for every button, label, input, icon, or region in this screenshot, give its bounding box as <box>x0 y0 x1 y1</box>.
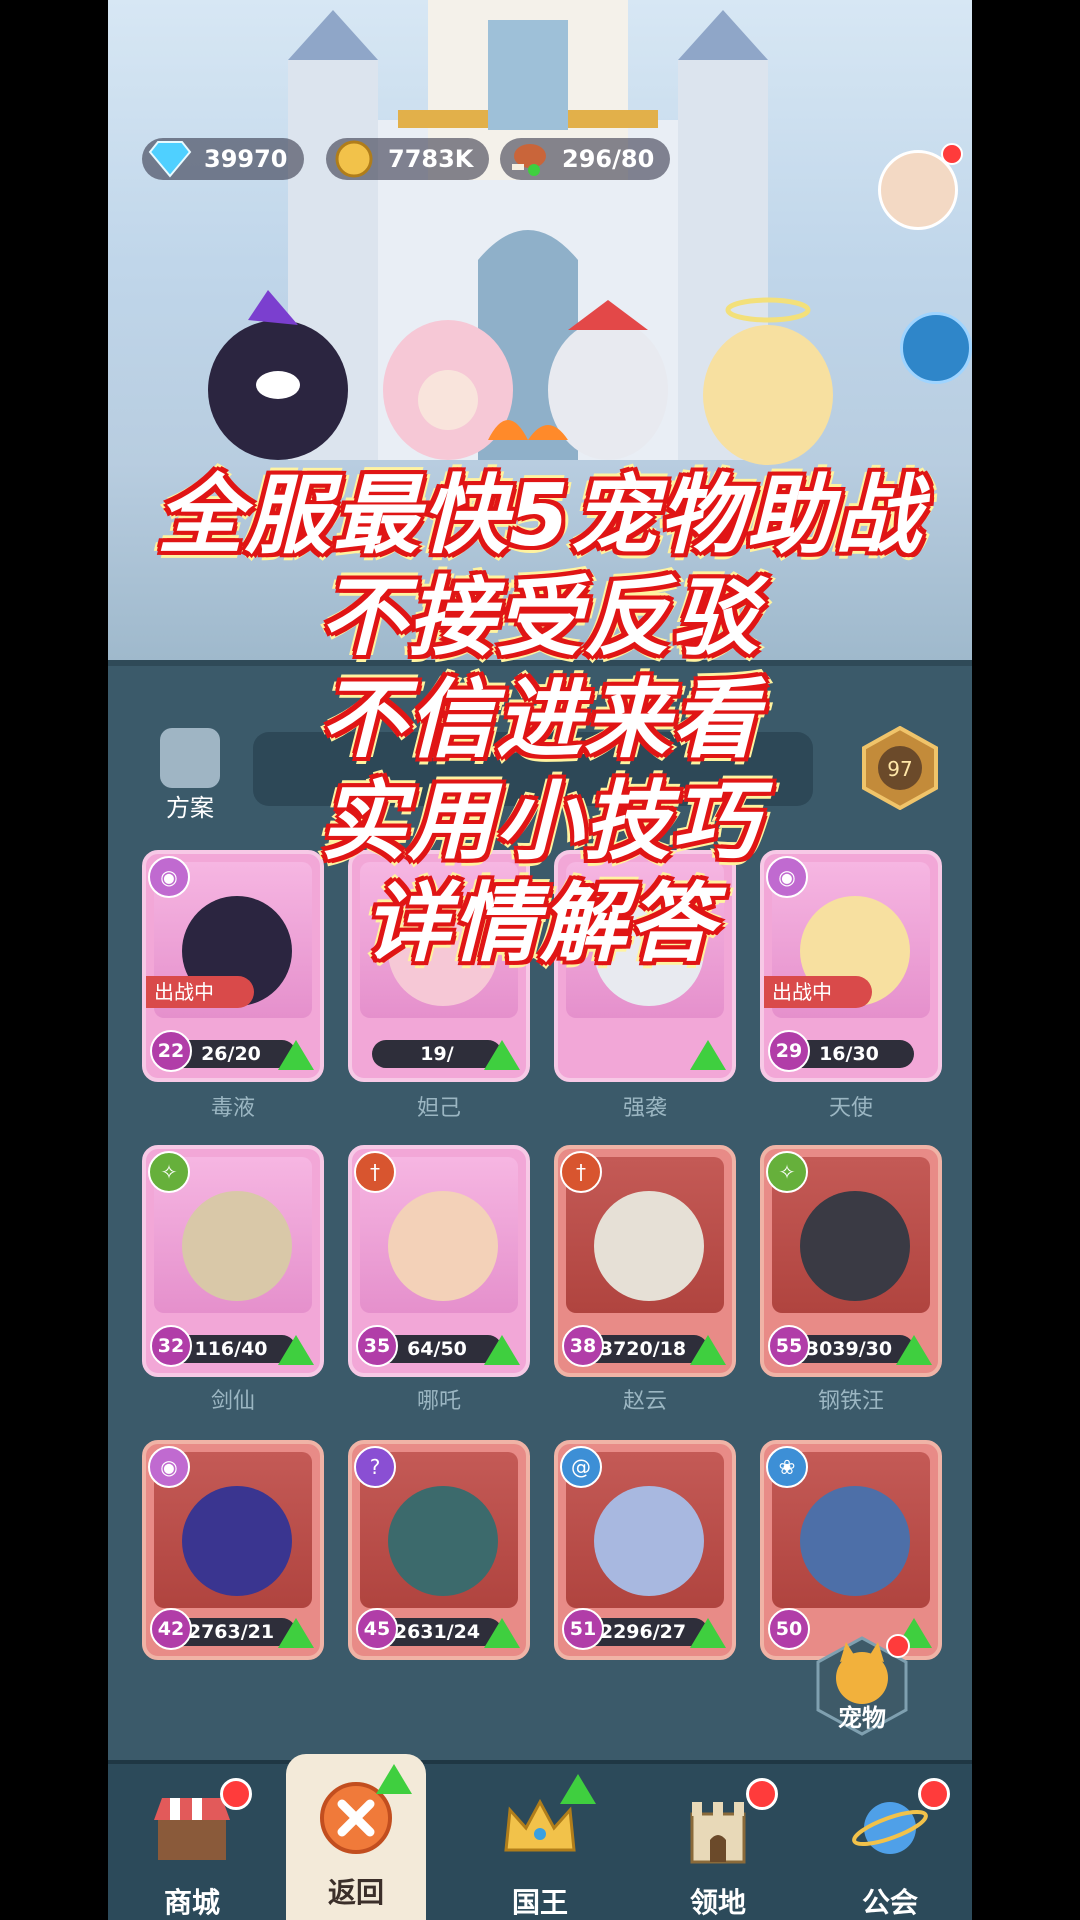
gold-value: 7783K <box>388 145 474 173</box>
pet-level: 50 <box>768 1608 810 1650</box>
nav-label: 商城 <box>163 1886 220 1919</box>
upgrade-arrow-icon <box>376 1764 412 1794</box>
pet-name: 哪吒 <box>416 1389 461 1414</box>
pet-shard-progress: 19/ <box>372 1040 502 1068</box>
pet-level: 22 <box>150 1030 192 1072</box>
game-screen: 39970 7783K 296/80 全服最快5宠物助战 不接受反驳 不信进来看… <box>108 0 972 1920</box>
overlay-line: 实用小技巧 <box>320 772 760 872</box>
diamond-icon <box>148 141 192 178</box>
diamond-value: 39970 <box>204 145 288 173</box>
pet-level: 45 <box>356 1608 398 1650</box>
pet-card-iron-dog[interactable]: ✧ 3039/30 55 <box>760 1145 942 1377</box>
stamina-value: 296/80 <box>562 145 655 173</box>
nav-king[interactable]: 国王 <box>470 1764 610 1920</box>
upgrade-arrow-icon <box>690 1618 726 1648</box>
nav-guild[interactable]: 公会 <box>820 1764 960 1920</box>
nav-territory[interactable]: 领地 <box>648 1764 788 1920</box>
pet-menu-label: 宠物 <box>838 1704 886 1732</box>
gold-counter[interactable]: 7783K <box>326 138 490 180</box>
planet-icon <box>852 1802 928 1854</box>
pet-portrait <box>388 1191 498 1301</box>
promo-overlay-text: 全服最快5宠物助战 不接受反驳 不信进来看 实用小技巧 详情解答 <box>108 465 972 975</box>
shop-icon <box>154 1798 230 1860</box>
diamond-counter[interactable]: 39970 <box>142 138 304 180</box>
pet-menu-button[interactable]: 宠物 <box>810 1634 914 1738</box>
pet-portrait <box>182 1191 292 1301</box>
pet-level: 38 <box>562 1325 604 1367</box>
upgrade-arrow-icon <box>484 1335 520 1365</box>
pet-card[interactable]: ? 2631/24 45 <box>348 1440 530 1660</box>
meat-icon <box>512 144 546 176</box>
nav-shop[interactable]: 商城 <box>122 1764 262 1920</box>
pet-name: 妲己 <box>416 1096 461 1121</box>
overlay-line: 不信进来看 <box>320 670 760 770</box>
deployed-tag: 出战中 <box>764 976 872 1008</box>
pet-name: 天使 <box>828 1096 873 1121</box>
spiral-icon: @ <box>560 1446 602 1488</box>
notification-dot <box>220 1778 252 1810</box>
sword-icon: † <box>354 1151 396 1193</box>
pet-card[interactable]: @ 2296/27 51 <box>554 1440 736 1660</box>
question-icon: ? <box>354 1446 396 1488</box>
pet-portrait <box>800 1191 910 1301</box>
nav-label: 返回 <box>327 1876 384 1909</box>
pet-card[interactable]: ◉ 2763/21 42 <box>142 1440 324 1660</box>
pet-portrait <box>182 1486 292 1596</box>
pet-card-sword-immortal[interactable]: ✧ 116/40 32 <box>142 1145 324 1377</box>
upgrade-arrow-icon <box>690 1040 726 1070</box>
pet-name: 毒液 <box>210 1096 255 1121</box>
upgrade-arrow-icon <box>278 1618 314 1648</box>
pet-name: 赵云 <box>622 1389 667 1414</box>
gamepad-icon[interactable] <box>900 312 972 384</box>
fox-icon: 宠物 <box>816 1634 910 1736</box>
bottom-nav: 商城 返回 国王 领地 公会 <box>108 1754 972 1920</box>
pet-level: 55 <box>768 1325 810 1367</box>
sword-icon: † <box>560 1151 602 1193</box>
player-avatar[interactable] <box>878 143 963 230</box>
eye-icon: ◉ <box>148 1446 190 1488</box>
pet-level: 29 <box>768 1030 810 1072</box>
pet-level: 32 <box>150 1325 192 1367</box>
pet-card-nezha[interactable]: † 64/50 35 <box>348 1145 530 1377</box>
upgrade-arrow-icon <box>896 1335 932 1365</box>
featured-pets <box>208 290 833 465</box>
castle-icon <box>690 1802 746 1864</box>
notification-dot <box>918 1778 950 1810</box>
upgrade-arrow-icon <box>484 1618 520 1648</box>
upgrade-arrow-icon <box>278 1335 314 1365</box>
nav-label: 领地 <box>689 1886 746 1919</box>
pet-portrait <box>594 1486 704 1596</box>
upgrade-arrow-icon <box>484 1040 520 1070</box>
notification-dot <box>746 1778 778 1810</box>
overlay-line: 不接受反驳 <box>320 568 760 668</box>
pet-name: 钢铁汪 <box>817 1389 884 1414</box>
notification-dot <box>941 143 963 165</box>
deployed-tag: 出战中 <box>146 976 254 1008</box>
stamina-counter[interactable]: 296/80 <box>500 138 671 180</box>
pet-level: 51 <box>562 1608 604 1650</box>
pet-level: 42 <box>150 1608 192 1650</box>
upgrade-arrow-icon <box>690 1335 726 1365</box>
pet-portrait <box>388 1486 498 1596</box>
star-icon: ✧ <box>766 1151 808 1193</box>
pet-name: 剑仙 <box>210 1389 255 1414</box>
nav-label: 国王 <box>511 1886 568 1919</box>
overlay-line: 详情解答 <box>364 874 716 974</box>
upgrade-arrow-icon <box>560 1774 596 1804</box>
gold-coin-icon <box>335 140 373 178</box>
nav-label: 公会 <box>861 1886 918 1919</box>
nav-back[interactable]: 返回 <box>286 1754 426 1920</box>
paw-icon: ❀ <box>766 1446 808 1488</box>
overlay-line: 全服最快5宠物助战 <box>157 466 923 566</box>
pet-card-zhaoyun[interactable]: † 3720/18 38 <box>554 1145 736 1377</box>
pet-portrait <box>800 1486 910 1596</box>
star-icon: ✧ <box>148 1151 190 1193</box>
pet-card[interactable]: ❀ 50 <box>760 1440 942 1660</box>
pet-name: 强袭 <box>622 1096 667 1121</box>
pet-level: 35 <box>356 1325 398 1367</box>
pet-portrait <box>594 1191 704 1301</box>
upgrade-arrow-icon <box>278 1040 314 1070</box>
